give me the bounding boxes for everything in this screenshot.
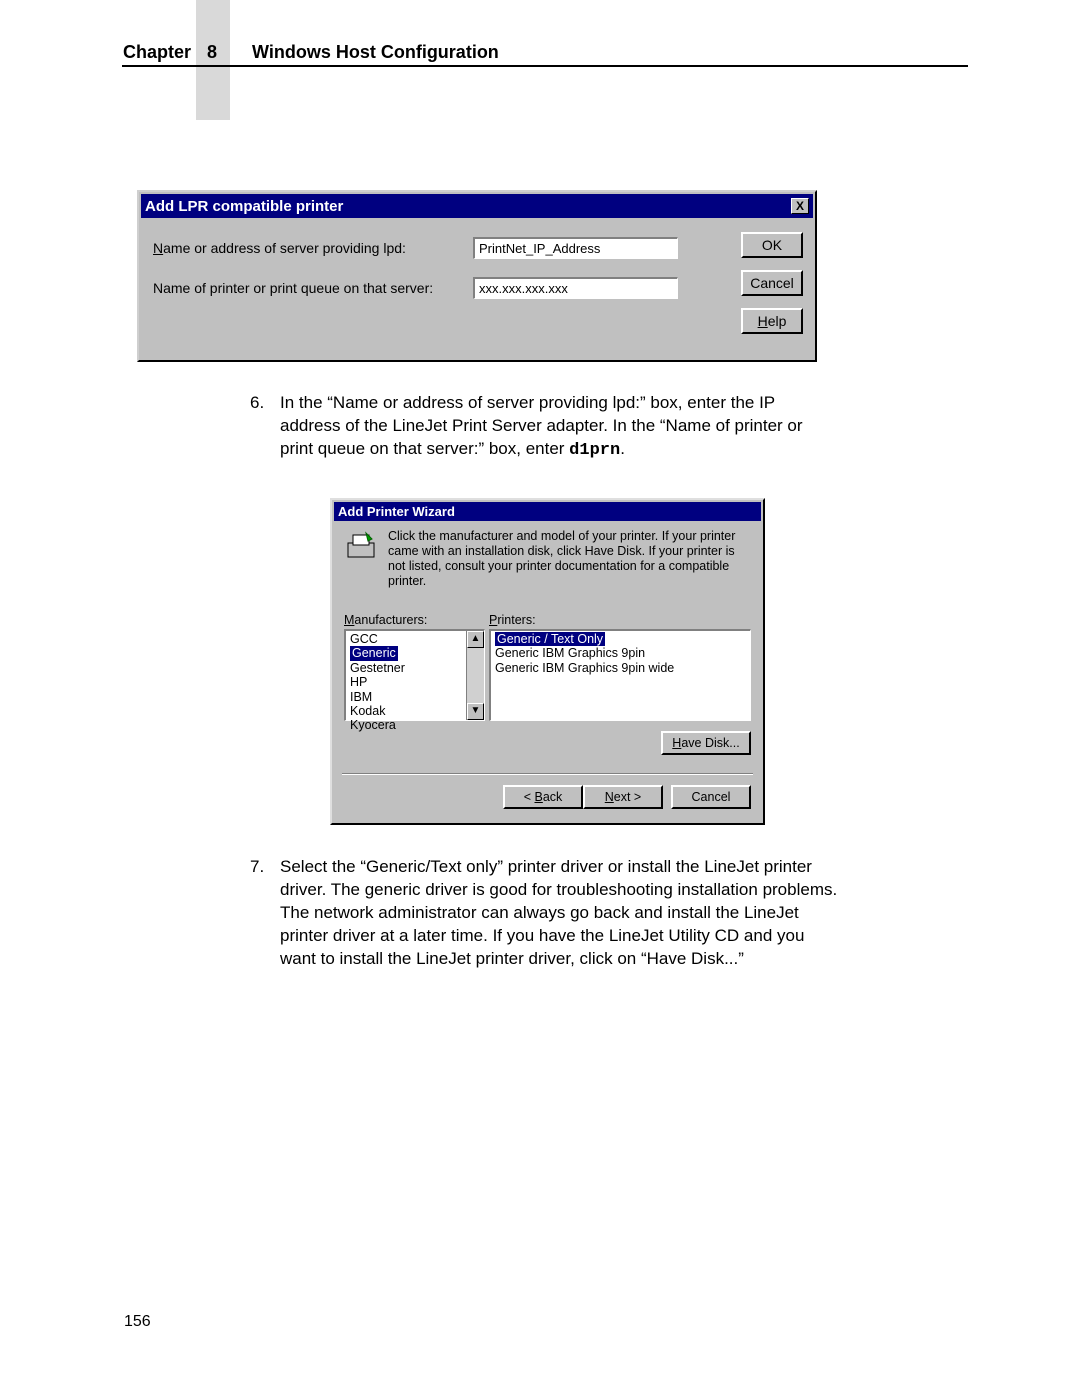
step-6-text-b: . [620, 439, 625, 458]
list-item[interactable]: Gestetner [348, 661, 482, 675]
ok-button[interactable]: OK [741, 232, 803, 258]
scroll-up-icon[interactable]: ▲ [467, 631, 484, 648]
step-7-text: Select the “Generic/Text only” printer d… [280, 857, 837, 968]
wizard-dialog: Add Printer Wizard Click the manufacture… [330, 498, 765, 825]
help-button[interactable]: Help [741, 308, 803, 334]
wizard-list-labels: Manufacturers: Printers: [334, 593, 761, 627]
manufacturers-label: Manufacturers: [344, 613, 489, 627]
step-6-number: 6. [250, 392, 264, 415]
list-item[interactable]: HP [348, 675, 482, 689]
next-button[interactable]: Next > [583, 785, 663, 809]
list-item[interactable]: Generic IBM Graphics 9pin wide [493, 661, 748, 675]
list-item[interactable]: Kodak [348, 704, 482, 718]
wizard-description: Click the manufacturer and model of your… [388, 529, 751, 589]
step-7-paragraph: 7. Select the “Generic/Text only” printe… [280, 856, 840, 971]
printers-label: Printers: [489, 613, 751, 627]
chapter-label: Chapter [123, 42, 191, 63]
wizard-nav: < Back Next > Cancel [334, 775, 761, 813]
printer-icon [344, 529, 378, 563]
printers-listbox[interactable]: Generic / Text OnlyGeneric IBM Graphics … [489, 629, 751, 721]
step-6-text-a: In the “Name or address of server provid… [280, 393, 803, 458]
wizard-titlebar: Add Printer Wizard [334, 502, 761, 521]
lpr-dialog: Add LPR compatible printer X Name or add… [137, 190, 817, 362]
back-button[interactable]: < Back [503, 785, 583, 809]
page-number: 156 [124, 1313, 151, 1331]
list-item[interactable]: Kyocera [348, 718, 482, 732]
list-item[interactable]: Generic / Text Only [493, 632, 748, 646]
wizard-top: Click the manufacturer and model of your… [334, 521, 761, 593]
cancel-button[interactable]: Cancel [741, 270, 803, 296]
lpr-server-label: Name or address of server providing lpd: [153, 240, 406, 256]
lpr-body: Name or address of server providing lpd:… [141, 218, 813, 358]
list-item[interactable]: IBM [348, 690, 482, 704]
close-icon[interactable]: X [791, 198, 809, 214]
lpr-titlebar: Add LPR compatible printer X [141, 194, 813, 218]
wizard-lists: GCCGenericGestetnerHPIBMKodakKyocera ▲ ▼… [334, 627, 761, 721]
manufacturers-scrollbar[interactable]: ▲ ▼ [466, 631, 484, 720]
header-divider [122, 65, 968, 67]
chapter-number: 8 [207, 42, 217, 63]
have-disk-button[interactable]: Have Disk... [661, 731, 751, 755]
step-6-paragraph: 6. In the “Name or address of server pro… [280, 392, 840, 463]
chapter-title: Windows Host Configuration [252, 42, 499, 63]
lpr-server-input[interactable] [473, 237, 678, 259]
list-item[interactable]: GCC [348, 632, 482, 646]
lpr-queue-input[interactable] [473, 277, 678, 299]
lpr-queue-label: Name of printer or print queue on that s… [153, 280, 433, 296]
page: Chapter 8 Windows Host Configuration Add… [0, 0, 1080, 1397]
list-item[interactable]: Generic [348, 646, 482, 660]
step-7-number: 7. [250, 856, 264, 879]
lpr-title: Add LPR compatible printer [145, 198, 343, 215]
scroll-down-icon[interactable]: ▼ [467, 703, 484, 720]
wizard-cancel-button[interactable]: Cancel [671, 785, 751, 809]
manufacturers-listbox[interactable]: GCCGenericGestetnerHPIBMKodakKyocera ▲ ▼ [344, 629, 485, 721]
step-6-code: d1prn [569, 441, 620, 460]
list-item[interactable]: Generic IBM Graphics 9pin [493, 646, 748, 660]
